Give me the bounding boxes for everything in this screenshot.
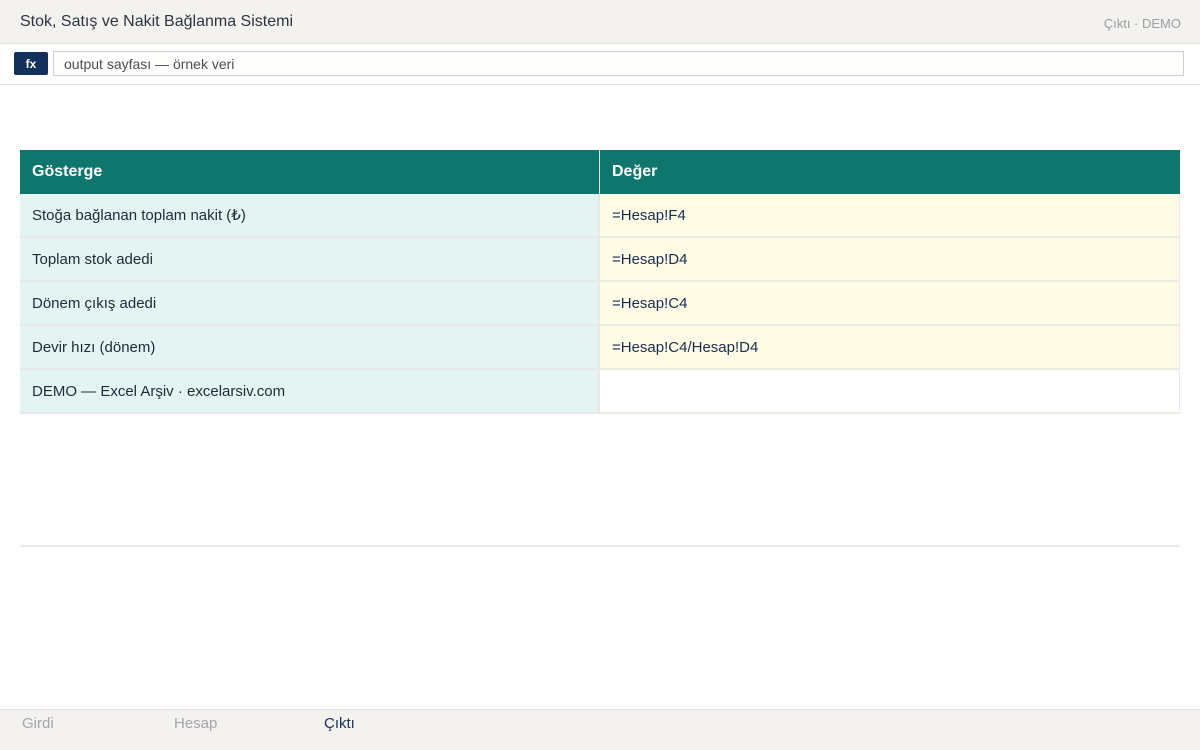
formula-bar: fx (0, 44, 1200, 85)
header-cell-indicator[interactable]: Gösterge (20, 150, 600, 194)
tab-girdi[interactable]: Girdi (22, 715, 54, 732)
table-row: DEMO — Excel Arşiv · excelarsiv.com (20, 370, 1180, 414)
table-row: Devir hızı (dönem) =Hesap!C4/Hesap!D4 (20, 326, 1180, 370)
table-row: Toplam stok adedi =Hesap!D4 (20, 238, 1180, 282)
tab-hesap[interactable]: Hesap (174, 715, 217, 732)
sheet-meta: Çıktı · DEMO (1103, 16, 1181, 31)
table-row: Stoğa bağlanan toplam nakit (₺) =Hesap!F… (20, 194, 1180, 238)
output-table: Gösterge Değer Stoğa bağlanan toplam nak… (20, 150, 1180, 414)
value-cell[interactable]: =Hesap!D4 (600, 238, 1180, 282)
value-cell[interactable]: =Hesap!C4 (600, 282, 1180, 326)
divider (20, 545, 1180, 547)
label-cell[interactable]: Stoğa bağlanan toplam nakit (₺) (20, 194, 600, 238)
sheet-tab-bar: Girdi Hesap Çıktı (0, 709, 1200, 750)
table-header-row: Gösterge Değer (20, 150, 1180, 194)
label-cell[interactable]: Toplam stok adedi (20, 238, 600, 282)
label-cell[interactable]: Devir hızı (dönem) (20, 326, 600, 370)
value-cell[interactable] (600, 370, 1180, 414)
label-cell[interactable]: Dönem çıkış adedi (20, 282, 600, 326)
value-cell[interactable]: =Hesap!F4 (600, 194, 1180, 238)
header-cell-value[interactable]: Değer (600, 150, 1180, 194)
formula-input[interactable] (53, 51, 1184, 76)
window-title: Stok, Satış ve Nakit Bağlanma Sistemi (20, 13, 293, 30)
fx-icon[interactable]: fx (14, 52, 48, 75)
label-cell[interactable]: DEMO — Excel Arşiv · excelarsiv.com (20, 370, 600, 414)
value-cell[interactable]: =Hesap!C4/Hesap!D4 (600, 326, 1180, 370)
tab-cikti[interactable]: Çıktı (324, 715, 355, 732)
table-row: Dönem çıkış adedi =Hesap!C4 (20, 282, 1180, 326)
title-bar: Stok, Satış ve Nakit Bağlanma Sistemi Çı… (0, 0, 1200, 44)
